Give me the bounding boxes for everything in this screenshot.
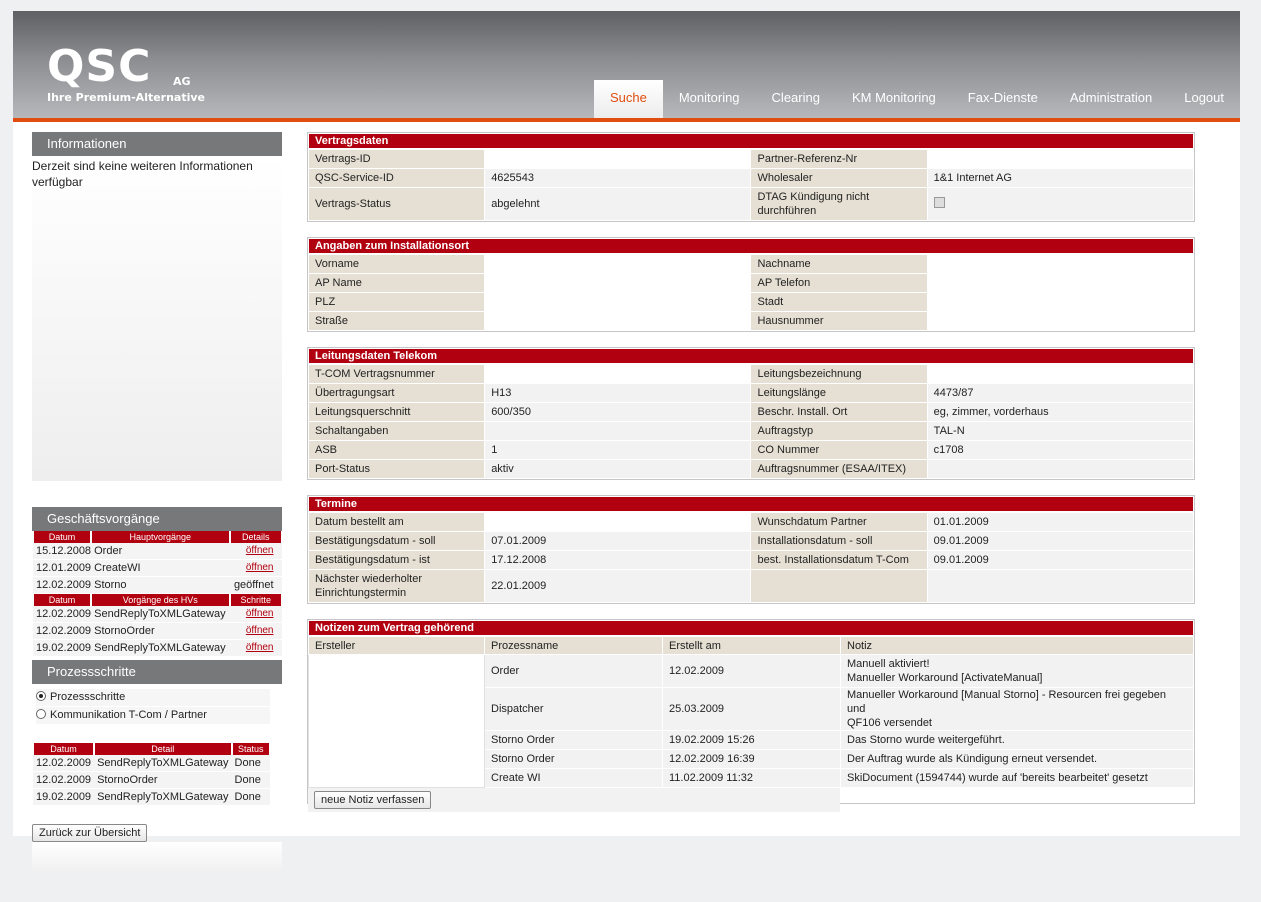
panel-title: Angaben zum Installationsort xyxy=(309,239,1193,253)
new-note-button[interactable]: neue Notiz verfassen xyxy=(314,791,432,809)
hv-col-vorgaenge: Vorgänge des HVs xyxy=(90,593,230,606)
panel-termine: Termine Datum bestellt am Wunschdatum Pa… xyxy=(307,495,1195,604)
ersteller-cell xyxy=(308,654,485,788)
table-row: Order 12.02.2009 Manuell aktiviert! Manue… xyxy=(308,654,1194,788)
info-panel: Derzeit sind keine weiteren Informatione… xyxy=(32,156,282,481)
panel-vertragsdaten: Vertragsdaten Vertrags-ID Partner-Refere… xyxy=(307,132,1195,222)
gv-col-hauptvorgaenge: Hauptvorgänge xyxy=(90,531,230,543)
table-row: Schaltangaben Auftragstyp TAL-N xyxy=(307,421,1195,441)
table-row: Bestätigungsdatum - ist 17.12.2008 best.… xyxy=(307,550,1195,570)
gv-heading: Geschäftsvorgänge xyxy=(32,507,282,531)
info-heading: Informationen xyxy=(32,132,282,156)
gv-col-details: Details xyxy=(228,531,282,543)
ps-heading: Prozessschritte xyxy=(32,660,282,684)
panel-title: Termine xyxy=(309,497,1193,511)
table-row: 12.02.2009 SendReplyToXMLGateway Done xyxy=(33,755,270,772)
panel-title: Notizen zum Vertrag gehörend xyxy=(309,621,1193,635)
radio-prozessschritte[interactable]: Prozessschritte xyxy=(36,689,270,706)
nav-logout[interactable]: Logout xyxy=(1168,80,1240,118)
open-link[interactable]: öffnen xyxy=(229,559,282,577)
table-row: AP Name AP Telefon xyxy=(307,273,1195,293)
open-link[interactable]: öffnen xyxy=(229,622,282,640)
table-row: 12.02.2009 Storno geöffnet xyxy=(33,576,282,594)
panel-installationsort: Angaben zum Installationsort Vorname Nac… xyxy=(307,237,1195,332)
ps-col-detail: Detail xyxy=(93,743,233,755)
back-to-overview-button[interactable]: Zurück zur Übersicht xyxy=(32,824,148,842)
logo-tagline: Ihre Premium-Alternative xyxy=(47,91,206,104)
open-link[interactable]: öffnen xyxy=(229,543,282,560)
logo-ag: AG xyxy=(173,75,191,88)
col-notiz: Notiz xyxy=(840,636,1194,655)
panel-title: Leitungsdaten Telekom xyxy=(309,349,1193,363)
gv-col-datum: Datum xyxy=(32,531,92,543)
header-accent-bar xyxy=(13,118,1240,122)
radio-kommunikation[interactable]: Kommunikation T-Com / Partner xyxy=(36,707,270,724)
table-row: 15.12.2008 Order öffnen xyxy=(33,543,282,560)
table-row: 12.02.2009 SendReplyToXMLGateway öffnen xyxy=(33,606,282,623)
col-prozessname: Prozessname xyxy=(484,636,663,655)
gv-table: Datum Hauptvorgänge Details 15.12.2008 O… xyxy=(32,531,282,657)
panel-notizen: Notizen zum Vertrag gehörend Ersteller P… xyxy=(307,619,1195,812)
nav-administration[interactable]: Administration xyxy=(1054,80,1168,118)
table-row: 12.02.2009 StornoOrder Done xyxy=(33,771,270,789)
dtag-kuendigung-checkbox[interactable] xyxy=(933,196,945,208)
table-row: Nächster wiederholter Einrichtungstermin… xyxy=(307,569,1195,603)
sidebar: Informationen Derzeit sind keine weitere… xyxy=(31,132,282,872)
nav-suche[interactable]: Suche xyxy=(593,80,663,118)
nav-fax-dienste[interactable]: Fax-Dienste xyxy=(952,80,1054,118)
info-text: Derzeit sind keine weiteren Informatione… xyxy=(32,159,253,189)
table-row: Leitungsquerschnitt 600/350 Beschr. Inst… xyxy=(307,402,1195,422)
nav-clearing[interactable]: Clearing xyxy=(756,80,836,118)
panel-title: Vertragsdaten xyxy=(309,134,1193,148)
nav-km-monitoring[interactable]: KM Monitoring xyxy=(836,80,952,118)
table-row: Vertrags-ID Partner-Referenz-Nr xyxy=(307,149,1195,169)
table-row: Vorname Nachname xyxy=(307,254,1195,274)
open-link[interactable]: öffnen xyxy=(229,606,282,623)
ps-table: Datum Detail Status 12.02.2009 SendReply… xyxy=(31,743,270,806)
nav-monitoring[interactable]: Monitoring xyxy=(663,80,756,118)
main-nav: Suche Monitoring Clearing KM Monitoring … xyxy=(593,80,1240,118)
col-erstellt-am: Erstellt am xyxy=(662,636,841,655)
hv-col-datum: Datum xyxy=(32,593,92,606)
table-row: 19.02.2009 SendReplyToXMLGateway öffnen xyxy=(33,639,282,657)
table-row: Bestätigungsdatum - soll 07.01.2009 Inst… xyxy=(307,531,1195,551)
open-link[interactable]: öffnen xyxy=(229,639,282,657)
qsc-logo[interactable]: QSC AG Ihre Premium-Alternative xyxy=(47,45,206,105)
table-row: PLZ Stadt xyxy=(307,292,1195,312)
table-row: Vertrags-Status abgelehnt DTAG Kündigung… xyxy=(307,187,1195,221)
radio-unselected-icon[interactable] xyxy=(36,708,46,719)
panel-leitungsdaten: Leitungsdaten Telekom T-COM Vertragsnumm… xyxy=(307,347,1195,480)
table-row: 12.01.2009 CreateWI öffnen xyxy=(33,559,282,577)
header: QSC AG Ihre Premium-Alternative Suche Mo… xyxy=(13,11,1240,118)
hv-col-schritte: Schritte xyxy=(228,593,282,606)
ps-col-datum: Datum xyxy=(31,743,95,755)
opened-label: geöffnet xyxy=(229,576,282,594)
table-row: T-COM Vertragsnummer Leitungsbezeichnung xyxy=(307,364,1195,384)
table-row: 12.02.2009 StornoOrder öffnen xyxy=(33,622,282,640)
table-row: ASB 1 CO Nummer c1708 xyxy=(307,440,1195,460)
radio-selected-icon[interactable] xyxy=(36,690,46,701)
col-ersteller: Ersteller xyxy=(308,636,485,655)
table-row: Datum bestellt am Wunschdatum Partner 01… xyxy=(307,512,1195,532)
table-row: 19.02.2009 SendReplyToXMLGateway Done xyxy=(33,788,270,806)
table-row: QSC-Service-ID 4625543 Wholesaler 1&1 In… xyxy=(307,168,1195,188)
table-row: Straße Hausnummer xyxy=(307,311,1195,331)
ps-col-status: Status xyxy=(230,743,270,755)
table-row: Port-Status aktiv Auftragsnummer (ESAA/I… xyxy=(307,459,1195,479)
table-row: Übertragungsart H13 Leitungslänge 4473/8… xyxy=(307,383,1195,403)
